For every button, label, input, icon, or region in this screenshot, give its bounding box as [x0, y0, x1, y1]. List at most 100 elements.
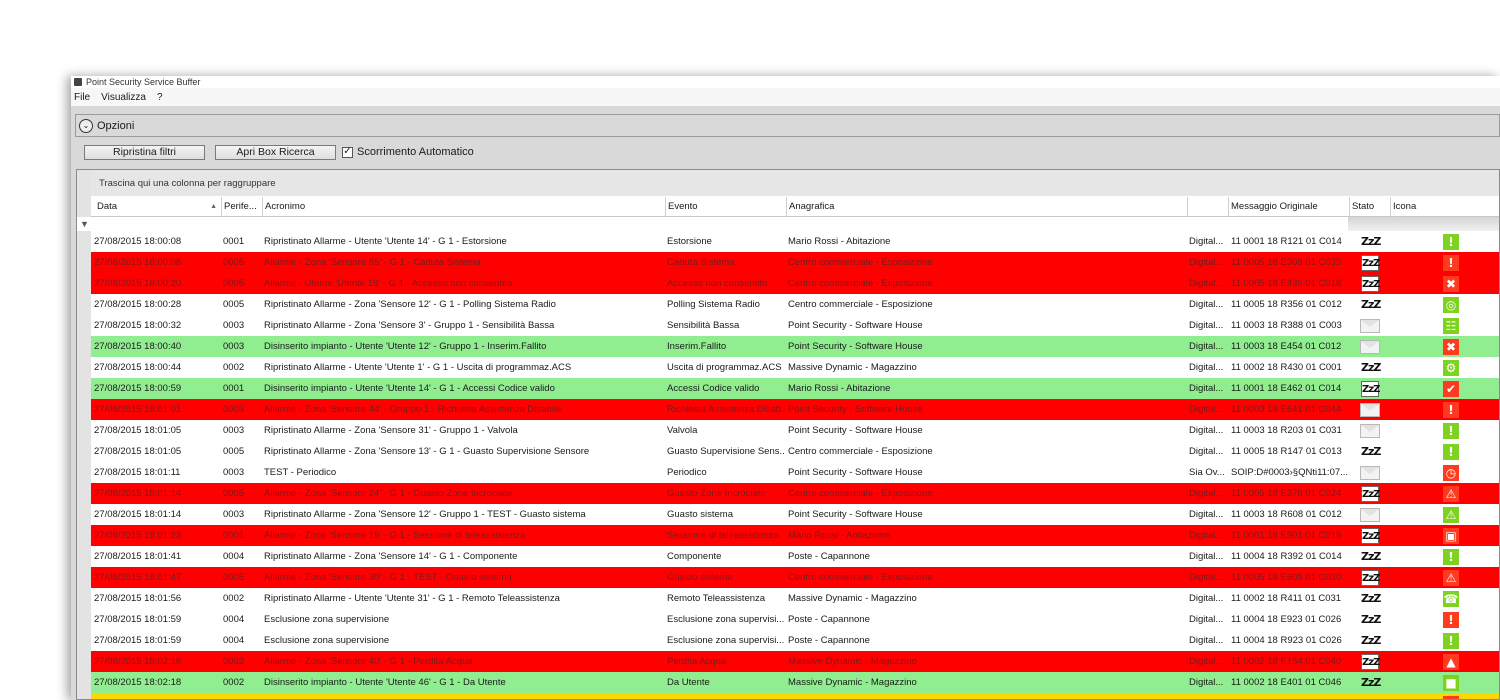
- table-row[interactable]: 27/08/2015 18:01:56 0002 Ripristinato Alla…: [91, 588, 1499, 609]
- cell-perif: 0005: [223, 278, 245, 289]
- column-header-data[interactable]: Data ▲: [95, 197, 221, 216]
- cell-acronimo: TEST - Periodico: [264, 467, 337, 478]
- table-row[interactable]: 27/08/2015 18:01:23 0001 Allarme - Zona 'S…: [91, 525, 1499, 546]
- envelope-icon: [1360, 318, 1380, 333]
- column-header-acronimo[interactable]: Acronimo: [262, 197, 665, 216]
- group-by-area[interactable]: Trascina qui una colonna per raggruppare: [91, 170, 1499, 196]
- table-row[interactable]: 27/08/2015 18:00:08 0005 Allarme - Zona 'S…: [91, 252, 1499, 273]
- table-row[interactable]: 27/08/2015 18:01:59 0004 Esclusione zona s…: [91, 630, 1499, 651]
- cell-msg: 11 0005 18 E308 01 C035: [1231, 257, 1342, 268]
- cell-anagrafica: Massive Dynamic - Magazzino: [788, 693, 1186, 699]
- open-search-button[interactable]: Apri Box Ricerca: [215, 144, 336, 160]
- cell-tipo: Digital...: [1189, 236, 1224, 247]
- auto-scroll-toggle[interactable]: ✓ Scorrimento Automatico: [342, 146, 474, 158]
- envelope-icon: [1360, 339, 1380, 354]
- cell-acronimo: Ripristinato Allarme - Zona 'Sensore 14'…: [264, 551, 518, 562]
- cell-tipo: Digital...: [1189, 362, 1224, 373]
- auto-scroll-checkbox[interactable]: ✓: [342, 146, 353, 158]
- cell-acronimo: Ripristinato Allarme - Utente 'Utente 1'…: [264, 362, 572, 373]
- cell-anagrafica: Point Security - Software House: [788, 320, 923, 331]
- table-row[interactable]: 27/08/2015 18:02:18 0002 Disinserito impia…: [91, 672, 1499, 693]
- cell-evento: Inserim.Fallito: [667, 341, 727, 352]
- cell-icona: !: [1436, 399, 1466, 420]
- cell-msg: 11 0003 18 E454 01 C012: [1231, 341, 1342, 352]
- cell-evento: Sessione di teleassistenza: [667, 530, 779, 541]
- column-header-periferica[interactable]: Perife...: [221, 197, 262, 216]
- column-header-anagrafica[interactable]: Anagrafica: [786, 197, 1187, 216]
- cell-msg: 11 0005 18 R147 01 C013: [1231, 446, 1342, 457]
- column-header-stato[interactable]: Stato: [1349, 197, 1390, 216]
- cell-perif: 0005: [223, 257, 245, 268]
- cell-anagrafica: Massive Dynamic - Magazzino: [788, 656, 917, 667]
- cell-data: 27/08/2015 18:01:59: [94, 614, 182, 625]
- auto-scroll-label: Scorrimento Automatico: [357, 146, 474, 158]
- title-bar: Point Security Service Buffer: [71, 76, 1500, 88]
- cell-perif: 0005: [223, 446, 245, 457]
- sleep-icon: ZzZ: [1361, 633, 1381, 647]
- cell-data: 27/08/2015 18:01:47: [94, 572, 182, 583]
- cell-stato: [1351, 315, 1389, 336]
- reset-filters-button[interactable]: Ripristina filtri: [84, 144, 205, 160]
- table-row[interactable]: 27/08/2015 18:00:20 0005 Allarme - Utente …: [91, 273, 1499, 294]
- cell-evento: Guasto Zone Incrociate: [667, 488, 766, 499]
- table-row[interactable]: 27/08/2015 18:02:180002Inserito impianto…: [91, 693, 1499, 699]
- table-row[interactable]: 27/08/2015 18:01:01 0003 Allarme - Zona 'S…: [91, 399, 1499, 420]
- table-row[interactable]: 27/08/2015 18:00:59 0001 Disinserito impia…: [91, 378, 1499, 399]
- table-row[interactable]: 27/08/2015 18:00:32 0003 Ripristinato Alla…: [91, 315, 1499, 336]
- excl-event-icon: !: [1443, 632, 1459, 649]
- table-row[interactable]: 27/08/2015 18:01:41 0004 Ripristinato Alla…: [91, 546, 1499, 567]
- options-panel-header[interactable]: ⌄ Opzioni: [75, 114, 1500, 137]
- table-row[interactable]: 27/08/2015 18:01:14 0005 Allarme - Zona 'S…: [91, 483, 1499, 504]
- column-header-messaggio[interactable]: Messaggio Originale: [1228, 197, 1349, 216]
- cell-tipo: Digital...: [1189, 446, 1224, 457]
- table-row[interactable]: 27/08/2015 18:01:05 0005 Ripristinato Alla…: [91, 441, 1499, 462]
- table-row[interactable]: 27/08/2015 18:00:40 0003 Disinserito impia…: [91, 336, 1499, 357]
- cell-msg: 11 0003 18 E641 01 C044: [1231, 404, 1342, 415]
- sleep-icon: ZzZ: [1361, 360, 1381, 374]
- cell-tipo: Digital...: [1189, 530, 1224, 541]
- cell-tipo: Digital...: [1189, 572, 1224, 583]
- cell-data: 27/08/2015 18:00:32: [94, 320, 182, 331]
- column-header-tipo[interactable]: [1187, 197, 1228, 216]
- cell-icona: ⚠: [1436, 504, 1466, 525]
- table-row[interactable]: 27/08/2015 18:00:28 0005 Ripristinato Alla…: [91, 294, 1499, 315]
- chevron-down-icon[interactable]: ⌄: [79, 118, 93, 133]
- table-row[interactable]: 27/08/2015 18:01:47 0005 Allarme - Zona 'S…: [91, 567, 1499, 588]
- cell-anagrafica: Centro commerciale - Esposizione: [788, 446, 933, 457]
- cell-evento: Componente: [667, 551, 722, 562]
- cell-icona: ☷: [1436, 315, 1466, 336]
- cell-stato: [1351, 462, 1389, 483]
- cell-acronimo: Ripristinato Allarme - Utente 'Utente 31…: [264, 593, 560, 604]
- sleep-icon: ZzZ: [1361, 444, 1381, 458]
- table-row[interactable]: 27/08/2015 18:01:05 0003 Ripristinato Alla…: [91, 420, 1499, 441]
- cell-tipo: Sia Ov...: [1189, 467, 1225, 478]
- cell-msg: 11 0002 18 E154 01 C040: [1231, 656, 1342, 667]
- cell-tipo: Digital...: [1189, 635, 1224, 646]
- cell-stato: ZzZ: [1351, 231, 1389, 252]
- table-row[interactable]: 27/08/2015 18:01:11 0003 TEST - Periodico P…: [91, 462, 1499, 483]
- cell-tipo: Digital...: [1189, 341, 1224, 352]
- options-label: Opzioni: [97, 119, 135, 132]
- table-row[interactable]: 27/08/2015 18:01:59 0004 Esclusione zona s…: [91, 609, 1499, 630]
- warn-event-icon: ⚠: [1443, 569, 1459, 586]
- table-row[interactable]: 27/08/2015 18:00:08 0001 Ripristinato Alla…: [91, 231, 1499, 252]
- excl-event-icon: !: [1443, 254, 1459, 271]
- menu-view[interactable]: Visualizza: [101, 92, 146, 103]
- column-header-evento[interactable]: Evento: [665, 197, 786, 216]
- app-window: Point Security Service Buffer File Visua…: [71, 76, 1500, 700]
- cell-perif: 0003: [223, 467, 245, 478]
- table-row[interactable]: 27/08/2015 18:01:14 0003 Ripristinato Alla…: [91, 504, 1499, 525]
- cell-perif: 0002: [223, 656, 245, 667]
- column-header-icona[interactable]: Icona: [1390, 197, 1499, 216]
- menu-file[interactable]: File: [74, 92, 90, 103]
- table-row[interactable]: 27/08/2015 18:00:44 0002 Ripristinato Alla…: [91, 357, 1499, 378]
- cell-tipo: Digital...: [1189, 693, 1227, 699]
- row-selector-gutter: [77, 170, 91, 699]
- menu-help[interactable]: ?: [157, 92, 163, 103]
- table-row[interactable]: 27/08/2015 18:02:16 0002 Allarme - Zona 'S…: [91, 651, 1499, 672]
- filter-row[interactable]: ▼: [77, 217, 1499, 231]
- sleep-icon: ZzZ: [1361, 653, 1380, 670]
- filter-icon[interactable]: ▼: [80, 219, 89, 229]
- cell-data: 27/08/2015 18:01:14: [94, 488, 182, 499]
- cell-evento: Valvola: [667, 425, 698, 436]
